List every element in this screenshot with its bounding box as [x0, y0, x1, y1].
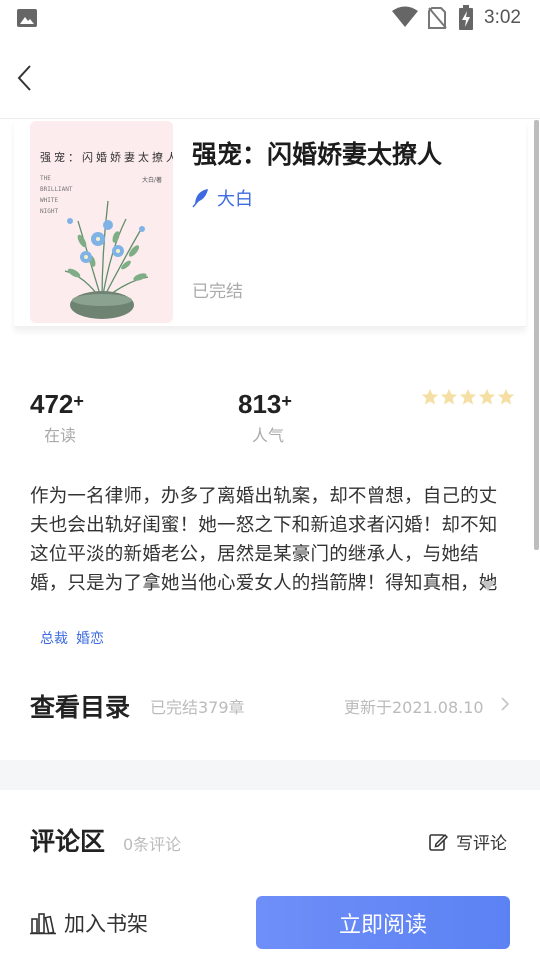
- cover-flower-illustration: [64, 200, 149, 319]
- star-icon: [459, 388, 477, 405]
- star-icon: [421, 388, 439, 405]
- author-link[interactable]: 大白: [192, 185, 253, 211]
- comments-count: 0条评论: [123, 835, 182, 854]
- author-name: 大白: [217, 189, 253, 210]
- book-title: 强宠：闪婚娇妻太撩人: [192, 140, 443, 169]
- add-to-shelf-button[interactable]: 加入书架: [30, 908, 148, 938]
- no-sim-icon: [428, 7, 447, 29]
- book-synopsis: 作为一名律师，办多了离婚出轨案，却不曾想，自己的丈夫也会出轨好闺蜜！她一怒之下和…: [30, 486, 498, 594]
- book-cover[interactable]: 强宠：闪婚娇妻太撩人 THE BRILLIANT WHITE NIGHT 大白/…: [30, 121, 173, 323]
- popularity-count: 813+ 人气: [238, 389, 292, 445]
- read-now-button[interactable]: 立即阅读: [256, 896, 510, 949]
- star-icon: [497, 388, 515, 405]
- book-status: 已完结: [192, 282, 243, 302]
- reading-count: 472+ 在读: [30, 389, 84, 445]
- catalog-link[interactable]: 查看目录 已完结379章 更新于2021.08.10: [0, 680, 540, 734]
- bottom-action-bar: 加入书架 立即阅读: [0, 880, 540, 960]
- chevron-right-icon: [501, 697, 510, 711]
- star-icon: [478, 388, 496, 405]
- catalog-title: 查看目录: [30, 693, 131, 722]
- back-button[interactable]: [10, 58, 44, 98]
- bookshelf-icon: [30, 913, 56, 935]
- expand-triangle-icon[interactable]: [480, 580, 496, 592]
- image-icon: [17, 9, 37, 27]
- tag-ceo[interactable]: 总裁: [40, 628, 68, 648]
- clock: 3:02: [484, 7, 521, 28]
- comments-title: 评论区: [30, 827, 106, 856]
- update-date: 更新于2021.08.10: [344, 698, 484, 717]
- write-comment-label: 写评论: [456, 834, 507, 854]
- tag-romance[interactable]: 婚恋: [76, 628, 104, 648]
- chevron-left-icon: [17, 65, 31, 91]
- cover-title: 强宠：闪婚娇妻太撩人: [40, 151, 173, 164]
- chapter-count: 已完结379章: [150, 698, 245, 717]
- battery-charging-icon: [459, 5, 473, 30]
- add-to-shelf-label: 加入书架: [64, 912, 148, 936]
- status-bar: 3:02: [0, 0, 540, 36]
- star-icon: [440, 388, 458, 405]
- star-rating: [421, 388, 515, 406]
- tag-list: 总裁 婚恋: [40, 628, 104, 648]
- scrollbar[interactable]: [534, 120, 539, 550]
- write-comment-button[interactable]: 写评论: [428, 829, 507, 854]
- feather-icon: [192, 189, 208, 208]
- book-info-card: 强宠：闪婚娇妻太撩人 THE BRILLIANT WHITE NIGHT 大白/…: [14, 119, 526, 327]
- edit-icon: [429, 833, 448, 851]
- wifi-icon: [392, 6, 418, 27]
- section-divider: [0, 760, 540, 790]
